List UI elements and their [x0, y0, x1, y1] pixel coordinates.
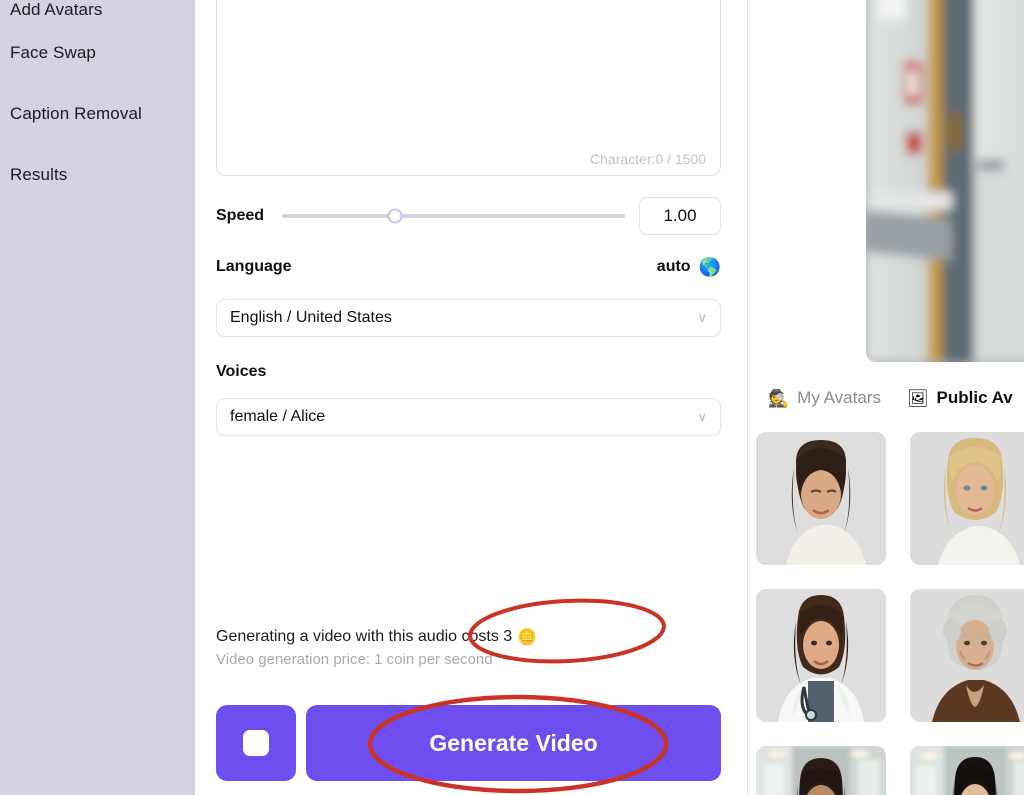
- sidebar-item-caption-removal[interactable]: Caption Removal: [0, 83, 195, 144]
- avatars-panel: 🕵 My Avatars 🖼 Public Av: [748, 0, 1024, 795]
- sidebar: Add Avatars Face Swap Caption Removal Re…: [0, 0, 195, 795]
- generate-video-button[interactable]: Generate Video: [306, 705, 721, 781]
- language-row: Language auto 🌎: [216, 258, 721, 276]
- language-select[interactable]: English / United States ∨: [216, 299, 721, 337]
- avatar-female-doctor[interactable]: [756, 589, 886, 722]
- avatar-image: [756, 432, 886, 565]
- avatar-tabs: 🕵 My Avatars 🖼 Public Av: [768, 388, 1013, 408]
- language-auto-toggle[interactable]: auto 🌎: [657, 258, 721, 276]
- speed-label: Speed: [216, 207, 265, 224]
- sidebar-item-label: Add Avatars: [10, 0, 103, 19]
- avatar-blonde-white-shirt[interactable]: [910, 432, 1024, 565]
- speed-value-text: 1.00: [663, 206, 697, 225]
- app-root: Add Avatars Face Swap Caption Removal Re…: [0, 0, 1024, 795]
- cost-info: Generating a video with this audio costs…: [216, 627, 721, 668]
- tab-public-avatars-label: Public Av: [936, 388, 1013, 407]
- avatar-image: [756, 746, 886, 795]
- avatar-image: [910, 589, 1024, 722]
- detective-icon: 🕵: [768, 388, 790, 408]
- tab-public-avatars[interactable]: 🖼 Public Av: [907, 388, 1013, 408]
- tab-my-avatars-label: My Avatars: [797, 388, 881, 407]
- speed-slider[interactable]: [282, 208, 625, 224]
- cost-main-row: Generating a video with this audio costs…: [216, 627, 721, 647]
- language-label: Language: [216, 258, 292, 275]
- globe-icon: 🌎: [698, 257, 721, 277]
- voices-label: Voices: [216, 363, 267, 380]
- action-buttons: Generate Video: [216, 705, 721, 781]
- tab-my-avatars[interactable]: 🕵 My Avatars: [768, 388, 881, 408]
- speed-value-input[interactable]: 1.00: [639, 197, 721, 235]
- video-preview[interactable]: [866, 0, 1024, 362]
- sidebar-item-add-avatars[interactable]: Add Avatars: [0, 0, 195, 22]
- sidebar-item-label: Results: [10, 164, 68, 184]
- avatar-elderly-woman-brown-jacket[interactable]: [910, 589, 1024, 722]
- sidebar-item-results[interactable]: Results: [0, 144, 195, 205]
- language-select-value: English / United States: [230, 309, 392, 326]
- sidebar-item-label: Face Swap: [10, 42, 96, 62]
- chevron-down-icon: ∨: [697, 409, 707, 424]
- avatar-image: [910, 746, 1024, 795]
- avatar-image: [756, 589, 886, 722]
- speed-row: Speed 1.00: [216, 196, 721, 236]
- cost-main-text: Generating a video with this audio costs…: [216, 628, 513, 645]
- voices-select[interactable]: female / Alice ∨: [216, 398, 721, 436]
- character-counter: Character:0 / 1500: [590, 151, 706, 167]
- sidebar-item-face-swap[interactable]: Face Swap: [0, 22, 195, 83]
- speed-slider-thumb[interactable]: [387, 208, 403, 224]
- script-textarea[interactable]: Welcome! Let's start your AI journey! Ch…: [216, 0, 721, 176]
- sidebar-item-label: Caption Removal: [10, 103, 142, 123]
- script-panel: Welcome! Let's start your AI journey! Ch…: [195, 0, 748, 795]
- framed-picture-icon: 🖼: [906, 388, 929, 408]
- cost-sub-text: Video generation price: 1 coin per secon…: [216, 651, 493, 668]
- chevron-down-icon: ∨: [697, 310, 707, 325]
- language-auto-label: auto: [656, 258, 691, 275]
- video-preview-image: [866, 0, 1024, 362]
- stop-square-icon: [243, 730, 269, 756]
- avatar-asian-businesswoman-hallway[interactable]: [910, 746, 1024, 795]
- coin-icon: 🪙: [517, 629, 538, 646]
- avatar-brunette-white-shirt[interactable]: [756, 432, 886, 565]
- avatar-image: [910, 432, 1024, 565]
- avatar-grid: [756, 432, 1024, 795]
- avatar-businesswoman-hallway[interactable]: [756, 746, 886, 795]
- stop-button[interactable]: [216, 705, 296, 781]
- voices-select-value: female / Alice: [230, 408, 326, 425]
